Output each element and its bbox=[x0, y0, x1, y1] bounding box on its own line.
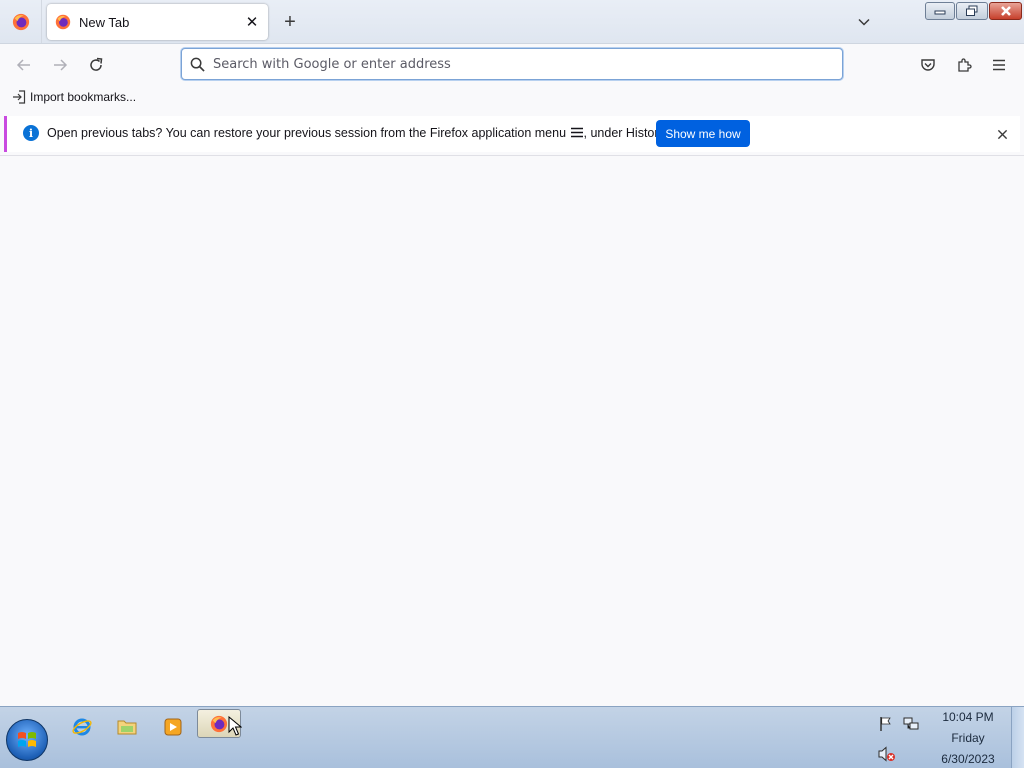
import-icon bbox=[13, 90, 26, 104]
volume-status[interactable] bbox=[878, 745, 896, 763]
show-me-how-button[interactable]: Show me how bbox=[656, 120, 750, 147]
back-arrow-icon bbox=[16, 59, 30, 71]
forward-button[interactable] bbox=[46, 51, 74, 79]
taskbar-internet-explorer[interactable] bbox=[68, 713, 96, 741]
taskbar-firefox[interactable] bbox=[197, 709, 242, 738]
restore-icon bbox=[966, 5, 978, 16]
restore-button[interactable] bbox=[956, 2, 988, 20]
extensions-button[interactable] bbox=[950, 51, 978, 79]
minimize-button[interactable] bbox=[925, 2, 955, 20]
network-status[interactable] bbox=[902, 715, 920, 733]
import-bookmarks-button[interactable]: Import bookmarks... bbox=[12, 90, 136, 104]
reload-button[interactable] bbox=[82, 51, 110, 79]
navigation-toolbar bbox=[0, 44, 1024, 86]
close-window-button[interactable] bbox=[989, 2, 1022, 20]
pocket-icon bbox=[921, 59, 935, 71]
address-bar[interactable] bbox=[181, 48, 843, 80]
start-button[interactable] bbox=[6, 719, 48, 761]
system-clock[interactable]: 10:04 PM Friday 6/30/2023 bbox=[935, 707, 1001, 768]
windows-taskbar: 10:04 PM Friday 6/30/2023 bbox=[0, 706, 1024, 768]
action-center-flag[interactable] bbox=[877, 715, 895, 733]
firefox-icon bbox=[55, 14, 71, 30]
clock-date: 6/30/2023 bbox=[941, 752, 995, 766]
close-icon bbox=[997, 129, 1007, 139]
minimize-icon bbox=[934, 10, 946, 15]
speaker-muted-icon bbox=[878, 746, 895, 762]
import-bookmarks-label: Import bookmarks... bbox=[30, 90, 137, 104]
clock-day: Friday bbox=[951, 731, 985, 745]
taskbar-media-player[interactable] bbox=[159, 713, 187, 741]
url-input[interactable] bbox=[213, 56, 813, 72]
tab-strip: New Tab ✕ + bbox=[0, 0, 1024, 44]
bookmarks-toolbar: Import bookmarks... bbox=[0, 86, 1024, 112]
notification-message-end: , under History. bbox=[583, 126, 668, 140]
content-divider bbox=[0, 155, 1024, 156]
new-tab-button[interactable]: + bbox=[276, 8, 304, 36]
list-all-tabs-button[interactable] bbox=[850, 8, 878, 36]
tab-close-icon[interactable]: ✕ bbox=[240, 10, 264, 34]
notification-message-start: Open previous tabs? You can restore your… bbox=[47, 126, 570, 140]
windows-logo-icon bbox=[18, 732, 36, 747]
notification-close-button[interactable] bbox=[992, 124, 1012, 144]
mouse-cursor-icon bbox=[228, 716, 242, 736]
show-desktop-button[interactable] bbox=[1011, 707, 1024, 768]
back-button[interactable] bbox=[10, 51, 38, 79]
close-icon bbox=[1000, 6, 1011, 16]
clock-time: 10:04 PM bbox=[942, 710, 994, 724]
network-icon bbox=[903, 717, 919, 730]
app-menu-button[interactable] bbox=[985, 51, 1013, 79]
forward-arrow-icon bbox=[54, 59, 68, 71]
media-player-icon bbox=[164, 718, 182, 736]
flag-icon bbox=[880, 717, 891, 731]
reload-icon bbox=[90, 57, 103, 71]
pocket-button[interactable] bbox=[914, 51, 942, 79]
hamburger-menu-icon bbox=[570, 127, 583, 138]
tab-new-tab[interactable]: New Tab ✕ bbox=[47, 4, 268, 40]
puzzle-icon bbox=[958, 58, 972, 72]
internet-explorer-icon bbox=[72, 718, 92, 736]
hamburger-menu-icon bbox=[993, 59, 1005, 71]
session-restore-notification: i Open previous tabs? You can restore yo… bbox=[4, 116, 1020, 152]
search-icon bbox=[190, 57, 205, 72]
taskbar-windows-explorer[interactable] bbox=[113, 713, 141, 741]
info-icon: i bbox=[23, 125, 39, 141]
firefox-icon bbox=[210, 715, 228, 733]
tab-title: New Tab bbox=[79, 14, 130, 30]
notification-message: Open previous tabs? You can restore your… bbox=[47, 126, 667, 140]
firefox-icon bbox=[12, 13, 29, 30]
firefox-view-button[interactable] bbox=[0, 0, 42, 43]
chevron-down-icon bbox=[858, 18, 870, 26]
folder-icon bbox=[117, 720, 137, 735]
